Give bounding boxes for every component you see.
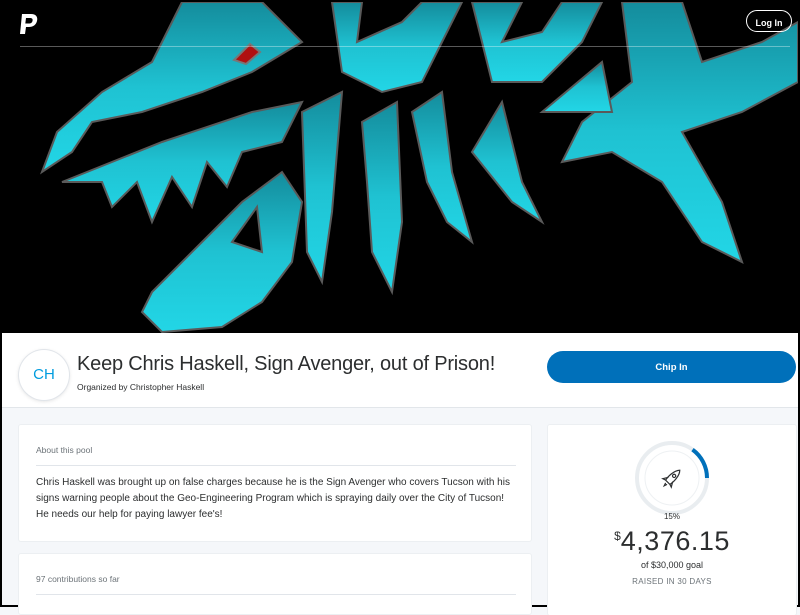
about-description: Chris Haskell was brought up on false ch… <box>36 477 510 520</box>
raised-amount: $4,376.15 <box>548 526 796 557</box>
pool-header: CH Keep Chris Haskell, Sign Avenger, out… <box>2 333 798 408</box>
paypal-logo-icon[interactable] <box>18 12 40 36</box>
contributions-count: 97 contributions so far <box>36 574 120 584</box>
currency-symbol: $ <box>614 529 621 543</box>
days-text: RAISED IN 30 DAYS <box>632 577 712 586</box>
avatar: CH <box>19 350 69 400</box>
divider <box>36 594 516 595</box>
header-divider <box>20 46 790 47</box>
login-button[interactable]: Log In <box>746 10 792 32</box>
chip-in-button[interactable]: Chip In <box>547 351 796 383</box>
about-card: About this pool Chris Haskell was brough… <box>19 425 531 541</box>
progress-ring <box>635 441 709 515</box>
organizer-text: Organized by Christopher Haskell <box>77 382 205 392</box>
raised-value: 4,376.15 <box>620 526 730 556</box>
cover-image: Log In <box>2 2 798 333</box>
goal-text: of $30,000 goal <box>640 560 704 570</box>
percent-label: 15% <box>663 512 680 521</box>
about-heading: About this pool <box>36 445 93 455</box>
progress-card: 15% $4,376.15 of $30,000 goal RAISED IN … <box>548 425 796 615</box>
contributions-card: 97 contributions so far <box>19 554 531 614</box>
divider <box>36 465 516 466</box>
page-title: Keep Chris Haskell, Sign Avenger, out of… <box>77 353 496 375</box>
shark-artwork <box>2 2 798 333</box>
